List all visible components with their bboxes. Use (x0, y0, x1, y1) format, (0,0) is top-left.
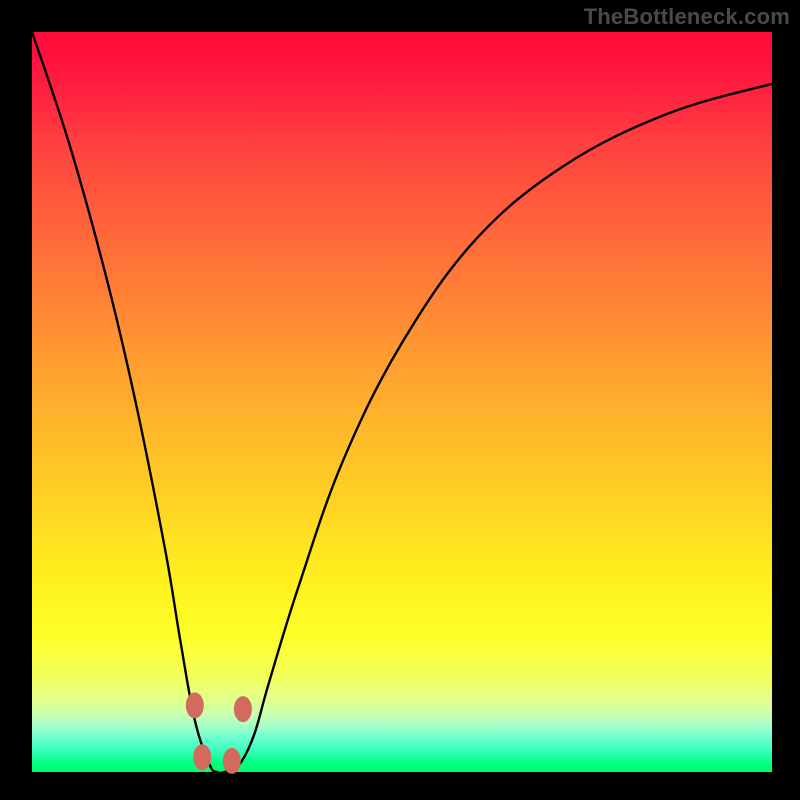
curve-marker (186, 692, 204, 718)
curve-marker (223, 748, 241, 774)
watermark: TheBottleneck.com (584, 4, 790, 30)
curve-marker (234, 696, 252, 722)
curve-marker (193, 744, 211, 770)
bottleneck-curve (32, 32, 772, 773)
chart-frame: TheBottleneck.com (0, 0, 800, 800)
chart-overlay-svg (0, 0, 800, 800)
